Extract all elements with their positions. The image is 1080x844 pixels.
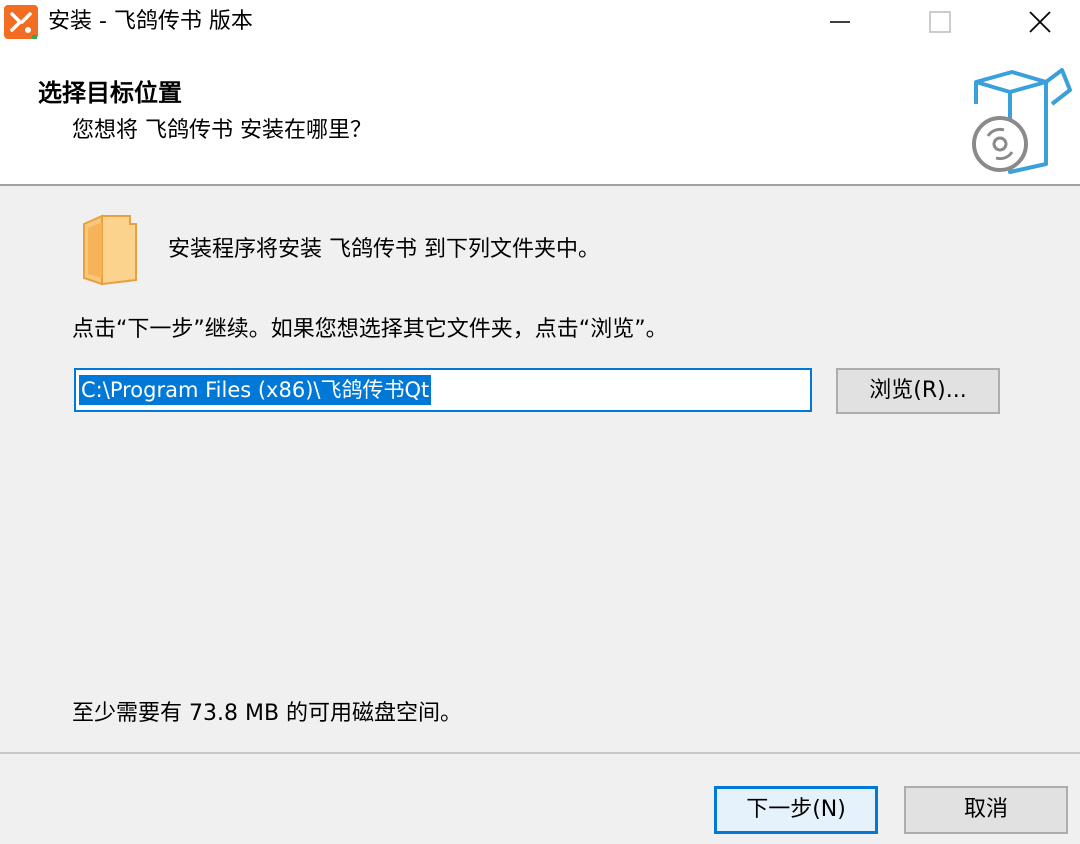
minimize-icon — [830, 21, 850, 23]
close-icon — [1029, 11, 1051, 33]
maximize-button[interactable] — [890, 0, 990, 44]
folder-icon — [83, 214, 137, 286]
install-path-value: C:\Program Files (x86)\飞鸽传书Qt — [79, 375, 432, 405]
install-path-input[interactable]: C:\Program Files (x86)\飞鸽传书Qt — [74, 368, 812, 412]
installer-window: 安装 - 飞鸽传书 版本 选择目标位置 您想将 飞鸽传书 安装在哪里？ 安装程序… — [0, 0, 1080, 844]
app-logo-icon — [4, 5, 38, 39]
wizard-header: 选择目标位置 您想将 飞鸽传书 安装在哪里？ — [0, 44, 1080, 184]
intro-text: 安装程序将安装 飞鸽传书 到下列文件夹中。 — [168, 237, 600, 262]
title-bar[interactable]: 安装 - 飞鸽传书 版本 — [0, 0, 1080, 44]
close-button[interactable] — [990, 0, 1080, 44]
maximize-icon — [929, 11, 951, 33]
cancel-button[interactable]: 取消 — [904, 786, 1068, 834]
page-title: 选择目标位置 — [38, 79, 182, 107]
minimize-button[interactable] — [790, 0, 890, 44]
page-subtitle: 您想将 飞鸽传书 安装在哪里？ — [72, 118, 372, 143]
browse-button[interactable]: 浏览(R)... — [836, 368, 1000, 414]
header-divider — [0, 184, 1080, 186]
next-button[interactable]: 下一步(N) — [714, 786, 878, 834]
disk-space-text: 至少需要有 73.8 MB 的可用磁盘空间。 — [72, 701, 463, 726]
instruction-text: 点击“下一步”继续。如果您想选择其它文件夹，点击“浏览”。 — [72, 317, 668, 342]
footer-divider — [0, 752, 1080, 754]
install-box-disc-icon — [972, 68, 1072, 174]
window-title: 安装 - 飞鸽传书 版本 — [48, 9, 253, 34]
